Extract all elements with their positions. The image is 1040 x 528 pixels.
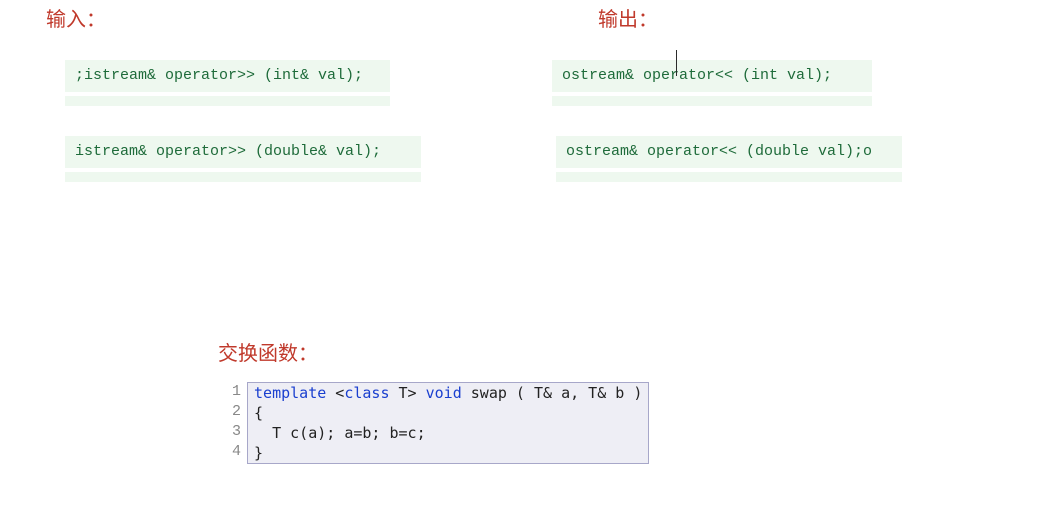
- underline-input-double: [65, 172, 421, 182]
- heading-input: 输入：: [46, 8, 106, 32]
- text-caret: [676, 50, 677, 76]
- line-number: 1: [232, 382, 241, 402]
- heading-output: 输出：: [598, 8, 658, 32]
- code-input-double: istream& operator>> (double& val);: [65, 136, 421, 168]
- underline-output-double: [556, 172, 902, 182]
- swap-code: template <class T> void swap ( T& a, T& …: [254, 383, 642, 463]
- underline-input-int: [65, 96, 390, 106]
- line-number: 2: [232, 402, 241, 422]
- code-input-int: ;istream& operator>> (int& val);: [65, 60, 390, 92]
- underline-output-int: [552, 96, 872, 106]
- line-number: 4: [232, 442, 241, 462]
- swap-code-block: 1 2 3 4 template <class T> void swap ( T…: [232, 382, 649, 464]
- code-output-int: ostream& operator<< (int val);: [552, 60, 872, 92]
- swap-gutter: 1 2 3 4: [232, 382, 247, 464]
- heading-swap: 交换函数：: [218, 342, 318, 366]
- swap-code-box: template <class T> void swap ( T& a, T& …: [247, 382, 649, 464]
- code-output-double: ostream& operator<< (double val);o: [556, 136, 902, 168]
- line-number: 3: [232, 422, 241, 442]
